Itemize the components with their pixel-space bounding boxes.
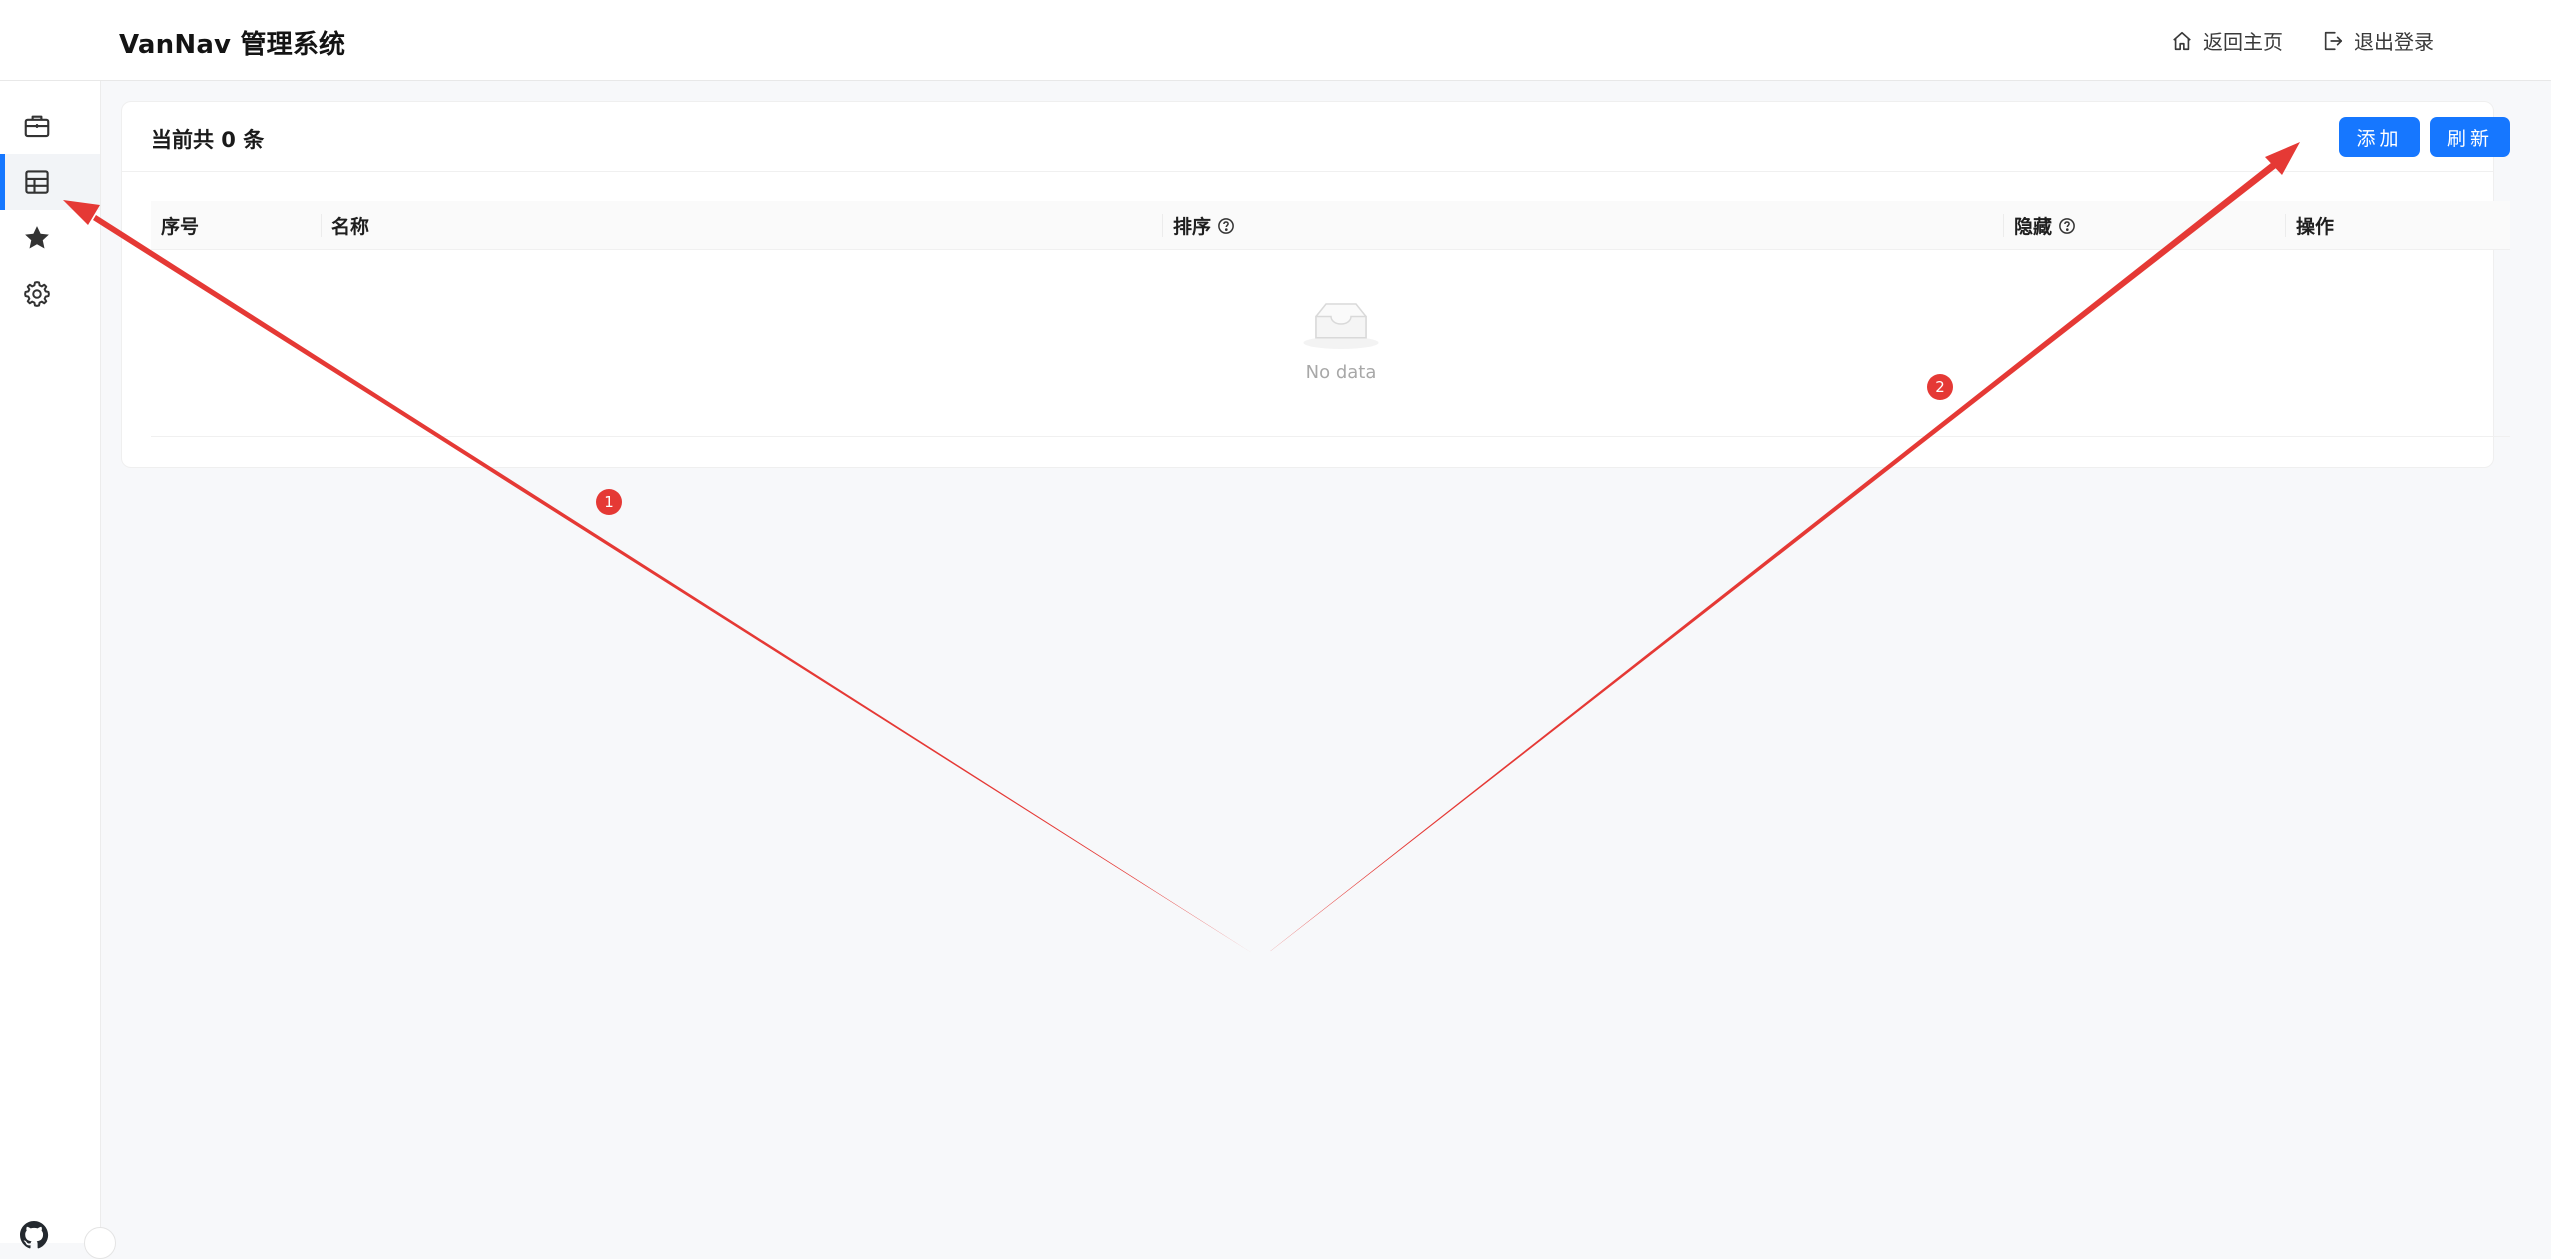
- column-header-name: 名称: [331, 201, 369, 250]
- column-divider: [321, 214, 322, 237]
- record-count: 当前共 0 条: [151, 128, 265, 152]
- column-header-sort: 排序: [1173, 201, 1235, 250]
- back-home-label: 返回主页: [2203, 30, 2283, 54]
- question-circle-icon[interactable]: [2058, 217, 2076, 235]
- app-title: VanNav 管理系统: [119, 30, 346, 60]
- annotation-badge-2: 2: [1927, 374, 1953, 400]
- sidebar-item-table[interactable]: [0, 154, 100, 210]
- briefcase-icon: [24, 115, 50, 138]
- column-divider: [2003, 214, 2004, 237]
- sidebar-collapse-button[interactable]: [84, 1227, 116, 1259]
- card-header: 当前共 0 条 添加 刷新: [122, 102, 2510, 172]
- table-icon: [25, 170, 49, 194]
- column-header-actions: 操作: [2296, 201, 2334, 250]
- sidebar: [0, 81, 116, 1259]
- logout-label: 退出登录: [2354, 30, 2434, 54]
- github-icon[interactable]: [18, 1219, 50, 1251]
- back-home-link[interactable]: 返回主页: [2171, 26, 2283, 55]
- column-label: 序号: [161, 216, 200, 238]
- table-header: 序号 名称 排序 隐藏 操作: [151, 201, 2510, 250]
- gear-icon: [24, 281, 50, 307]
- sidebar-item-favorites[interactable]: [0, 210, 100, 266]
- logout-icon: [2324, 31, 2343, 50]
- column-header-index: 序号: [161, 201, 199, 250]
- refresh-button[interactable]: 刷新: [2430, 117, 2510, 157]
- column-label: 隐藏: [2014, 216, 2053, 238]
- list-card: 当前共 0 条 添加 刷新 序号 名称 排序 隐藏 操作 No data: [121, 101, 2510, 468]
- column-divider: [1162, 214, 1163, 237]
- logout-link[interactable]: 退出登录: [2322, 26, 2434, 55]
- question-circle-icon[interactable]: [1217, 217, 1235, 235]
- add-button[interactable]: 添加: [2339, 117, 2420, 157]
- empty-state: No data: [1281, 296, 1401, 396]
- annotation-badge-1: 1: [596, 489, 622, 515]
- column-label: 操作: [2296, 216, 2335, 238]
- empty-inbox-icon: [1303, 303, 1379, 349]
- star-icon: [25, 226, 49, 249]
- data-table: 序号 名称 排序 隐藏 操作 No data: [151, 201, 2510, 437]
- column-divider: [2285, 214, 2286, 237]
- empty-text: No data: [1305, 362, 1377, 383]
- column-label: 排序: [1173, 216, 1212, 238]
- home-icon: [2173, 31, 2191, 50]
- top-header: VanNav 管理系统 返回主页 退出登录: [0, 0, 2551, 81]
- sidebar-item-tools[interactable]: [0, 98, 100, 154]
- column-label: 名称: [331, 216, 370, 238]
- column-header-hidden: 隐藏: [2014, 201, 2076, 250]
- sidebar-item-settings[interactable]: [0, 266, 100, 322]
